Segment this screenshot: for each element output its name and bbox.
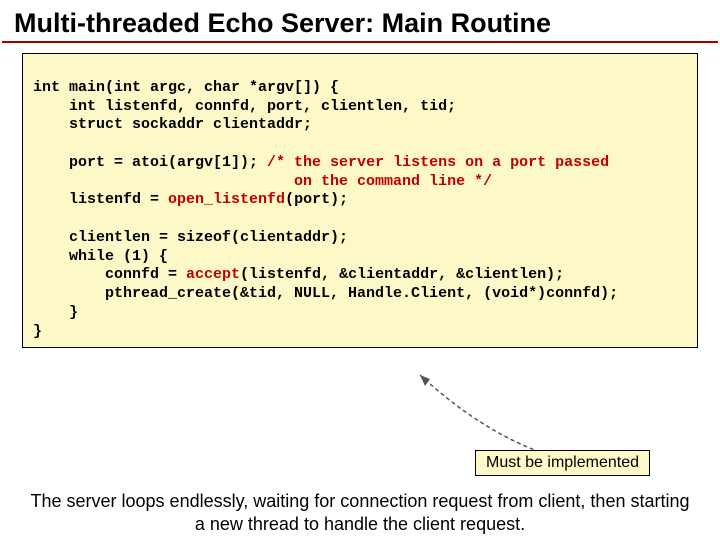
code-line: }	[33, 323, 42, 340]
code-line: (port);	[285, 191, 348, 208]
footer-text: The server loops endlessly, waiting for …	[0, 490, 720, 535]
code-line: pthread_create(&tid, NULL, Handle.Client…	[33, 285, 618, 302]
code-line: int listenfd, connfd, port, clientlen, t…	[33, 98, 456, 115]
code-line: int main(int argc, char *argv[]) {	[33, 79, 339, 96]
code-line: clientlen = sizeof(clientaddr);	[33, 229, 348, 246]
code-comment: /* the server listens on a port passed	[267, 154, 609, 171]
code-line: }	[33, 304, 78, 321]
code-line: (listenfd, &clientaddr, &clientlen);	[240, 266, 564, 283]
code-line: while (1) {	[33, 248, 168, 265]
callout-label: Must be implemented	[475, 450, 650, 476]
page-title: Multi-threaded Echo Server: Main Routine	[2, 0, 718, 43]
code-line: struct sockaddr clientaddr;	[33, 116, 312, 133]
code-fn-open-listenfd: open_listenfd	[168, 191, 285, 208]
code-block: int main(int argc, char *argv[]) { int l…	[22, 53, 698, 348]
code-line: connfd =	[33, 266, 186, 283]
code-line: port = atoi(argv[1]);	[33, 154, 267, 171]
code-comment: on the command line */	[33, 173, 492, 190]
code-line: listenfd =	[33, 191, 168, 208]
code-fn-accept: accept	[186, 266, 240, 283]
